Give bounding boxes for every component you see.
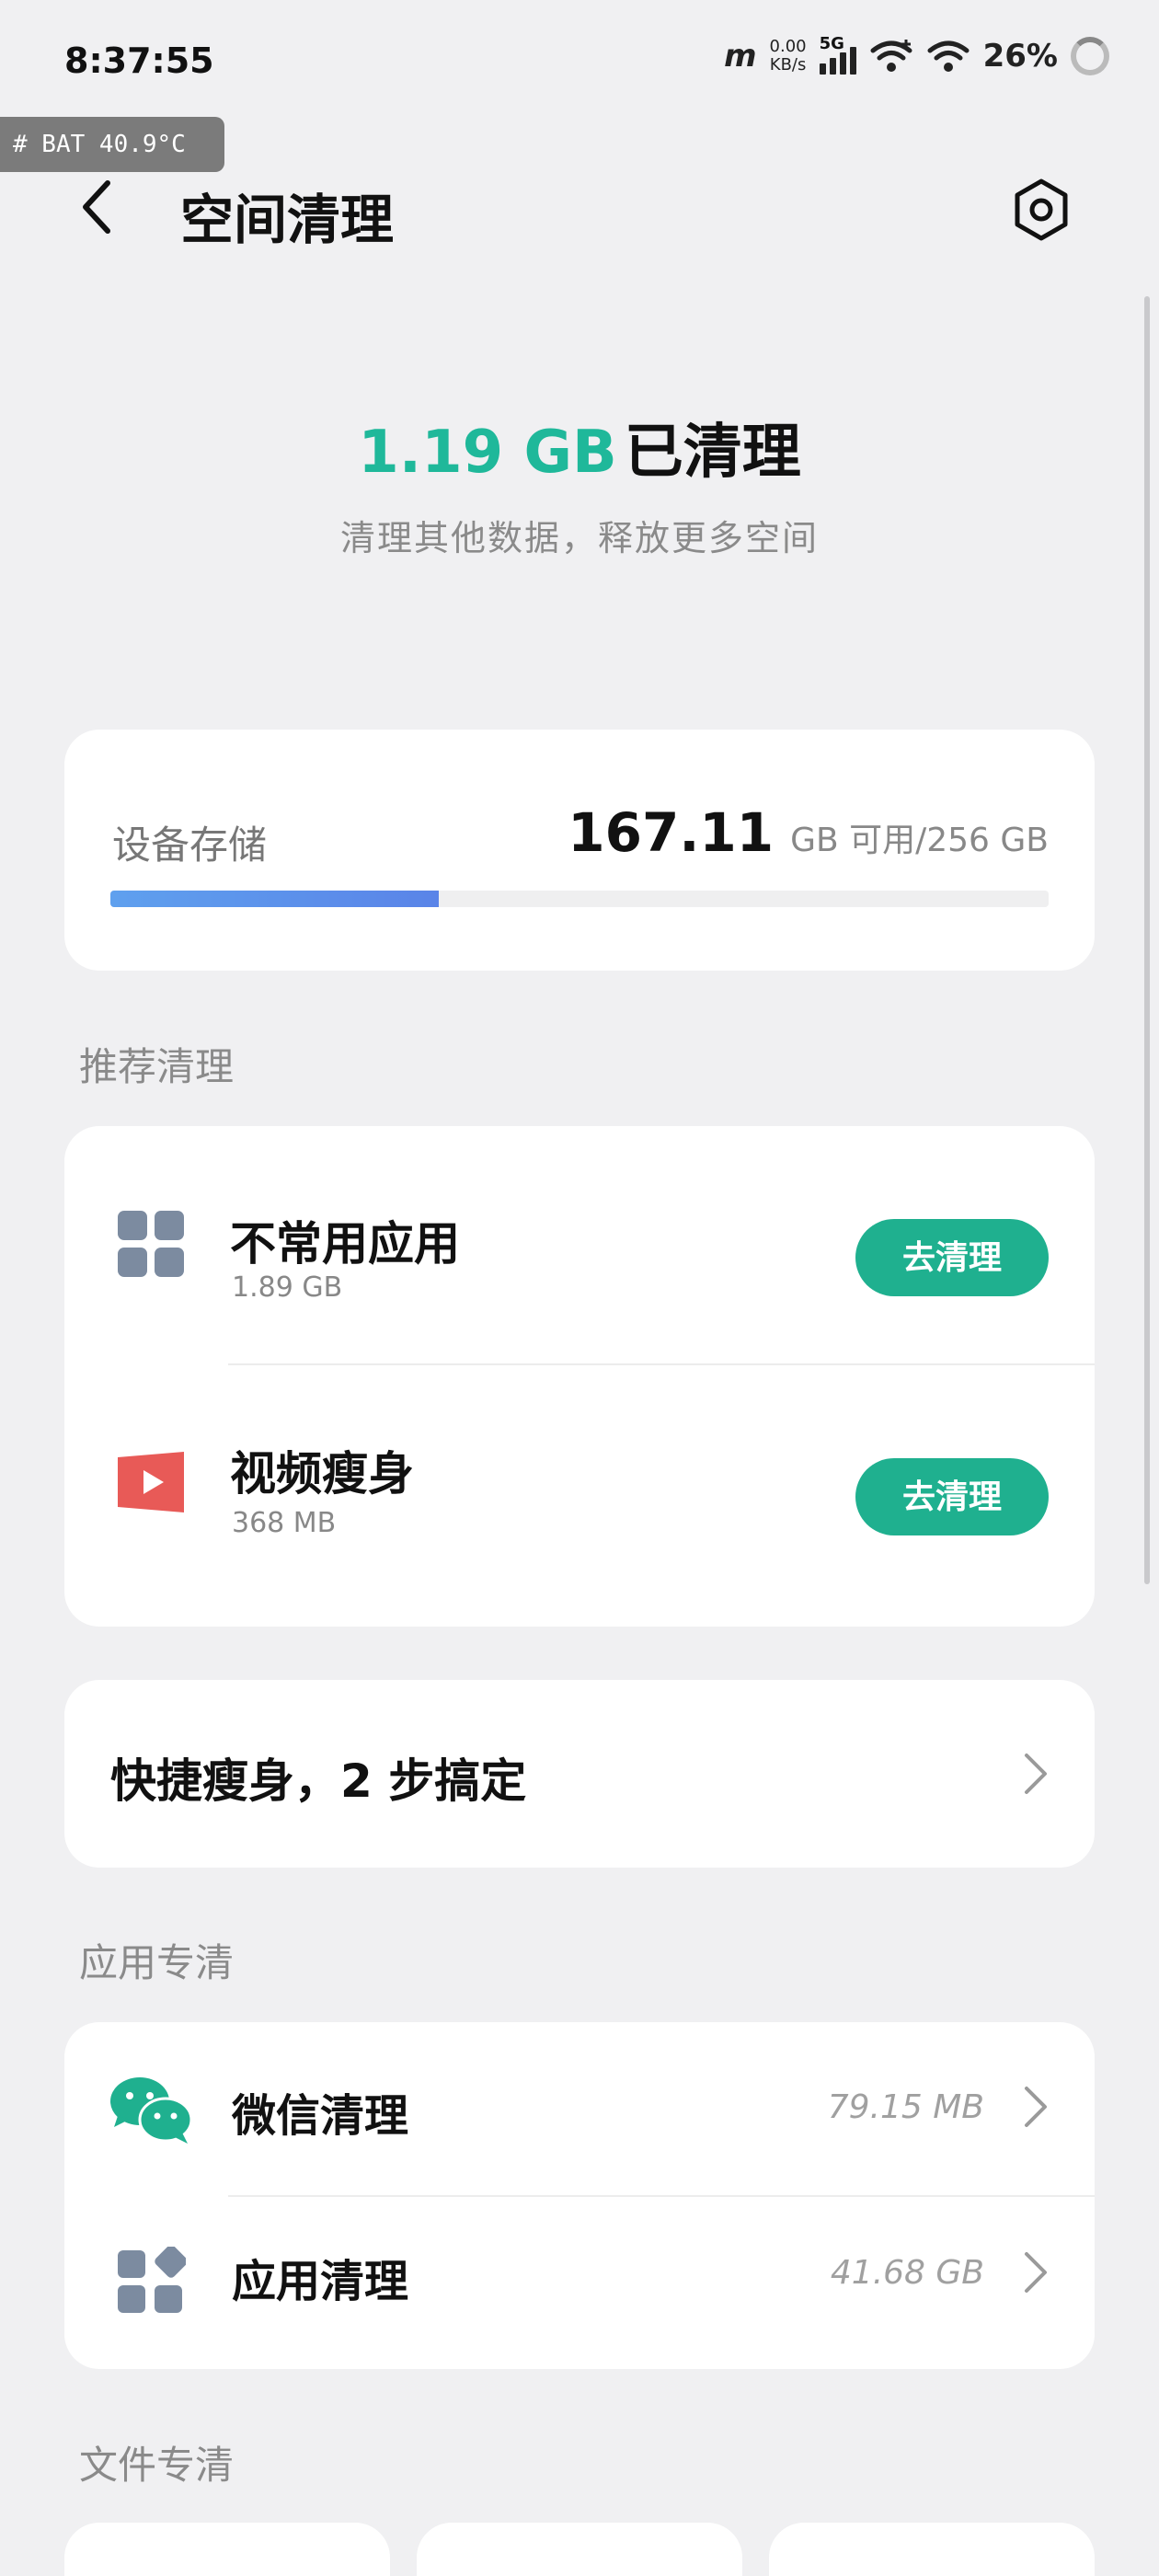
storage-free: 167.11 xyxy=(568,801,775,864)
wechat-icon xyxy=(110,2077,193,2144)
storage-progress-fill xyxy=(110,891,439,907)
settings-button[interactable] xyxy=(1006,175,1076,245)
list-item[interactable]: 不常用应用 1.89 GB 去清理 xyxy=(64,1126,1095,1363)
header: 空间清理 xyxy=(0,166,1159,258)
file-clean-tile[interactable] xyxy=(769,2523,1095,2576)
storage-total: GB 可用/256 GB xyxy=(790,822,1049,859)
clean-unused-apps-button[interactable]: 去清理 xyxy=(855,1219,1049,1296)
file-clean-tile[interactable] xyxy=(417,2523,742,2576)
chevron-right-icon xyxy=(1025,1754,1047,1794)
recommend-card: 不常用应用 1.89 GB 去清理 视频瘦身 368 MB 去清理 xyxy=(64,1126,1095,1627)
video-play-icon xyxy=(118,1452,184,1512)
chevron-right-icon xyxy=(1025,2252,1047,2293)
back-button[interactable] xyxy=(64,175,129,239)
page-title: 空间清理 xyxy=(180,189,395,251)
quick-slim-label: 快捷瘦身，2 步搞定 xyxy=(110,1754,527,1808)
status-bar: 8:37:55 m 0.00 KB/s 5G 26% xyxy=(0,0,1159,120)
app-clean-card: 微信清理 79.15 MB 应用清理 41.68 GB xyxy=(64,2022,1095,2369)
list-item[interactable]: 应用清理 41.68 GB xyxy=(118,2195,1095,2370)
app-clean-item-size: 41.68 GB xyxy=(830,2254,984,2292)
recommend-item-size: 368 MB xyxy=(232,1507,337,1539)
network-speed: 0.00 KB/s xyxy=(770,38,807,75)
recommend-item-name: 不常用应用 xyxy=(230,1217,460,1271)
wifi-calling-icon xyxy=(870,40,912,72)
network-type: 5G xyxy=(819,34,844,53)
cleaned-summary: 1.19 GB 已清理 清理其他数据，释放更多空间 xyxy=(0,405,1159,560)
chevron-left-icon xyxy=(83,180,110,234)
status-time: 8:37:55 xyxy=(64,40,214,81)
signal-icon: 5G xyxy=(819,34,856,75)
carrier-icon: m xyxy=(724,38,757,75)
recommend-section-title: 推荐清理 xyxy=(79,1044,235,1089)
clean-video-button[interactable]: 去清理 xyxy=(855,1458,1049,1535)
app-clean-item-size: 79.15 MB xyxy=(827,2088,984,2126)
settings-hexagon-icon xyxy=(1015,178,1068,241)
battery-ring-icon xyxy=(1071,37,1109,75)
network-speed-value: 0.00 xyxy=(769,37,807,56)
app-clean-item-name: 微信清理 xyxy=(232,2090,409,2142)
chevron-right-icon xyxy=(1025,2087,1047,2127)
app-clean-item-name: 应用清理 xyxy=(232,2256,409,2307)
cleaned-label: 已清理 xyxy=(624,419,801,487)
recommend-item-size: 1.89 GB xyxy=(232,1271,343,1304)
app-diamond-grid-icon xyxy=(118,2247,186,2313)
device-storage-card[interactable]: 设备存储 167.11 GB 可用/256 GB xyxy=(64,730,1095,971)
battery-temperature-overlay: # BAT 40.9°C xyxy=(0,117,224,172)
battery-percent: 26% xyxy=(982,38,1058,75)
file-clean-tile[interactable] xyxy=(64,2523,390,2576)
cleaned-amount: 1.19 GB xyxy=(358,419,617,487)
file-clean-section-title: 文件专清 xyxy=(79,2443,235,2488)
status-icons: m 0.00 KB/s 5G 26% xyxy=(724,34,1109,75)
network-speed-unit: KB/s xyxy=(769,55,807,75)
apps-grid-icon xyxy=(118,1211,184,1277)
storage-progress-bar xyxy=(110,891,1049,907)
storage-value: 167.11 GB 可用/256 GB xyxy=(568,801,1049,864)
app-clean-section-title: 应用专清 xyxy=(79,1940,235,1985)
list-item[interactable]: 视频瘦身 368 MB 去清理 xyxy=(118,1363,1095,1603)
list-item[interactable]: 微信清理 79.15 MB xyxy=(64,2022,1095,2195)
storage-label: 设备存储 xyxy=(112,822,268,868)
recommend-item-name: 视频瘦身 xyxy=(230,1447,414,1501)
quick-slim-card[interactable]: 快捷瘦身，2 步搞定 xyxy=(64,1680,1095,1868)
cleaned-subtitle: 清理其他数据，释放更多空间 xyxy=(339,518,819,558)
wifi-icon xyxy=(927,40,970,72)
space-cleanup-page: 8:37:55 m 0.00 KB/s 5G 26% # BAT 40.9°C … xyxy=(0,0,1159,2576)
